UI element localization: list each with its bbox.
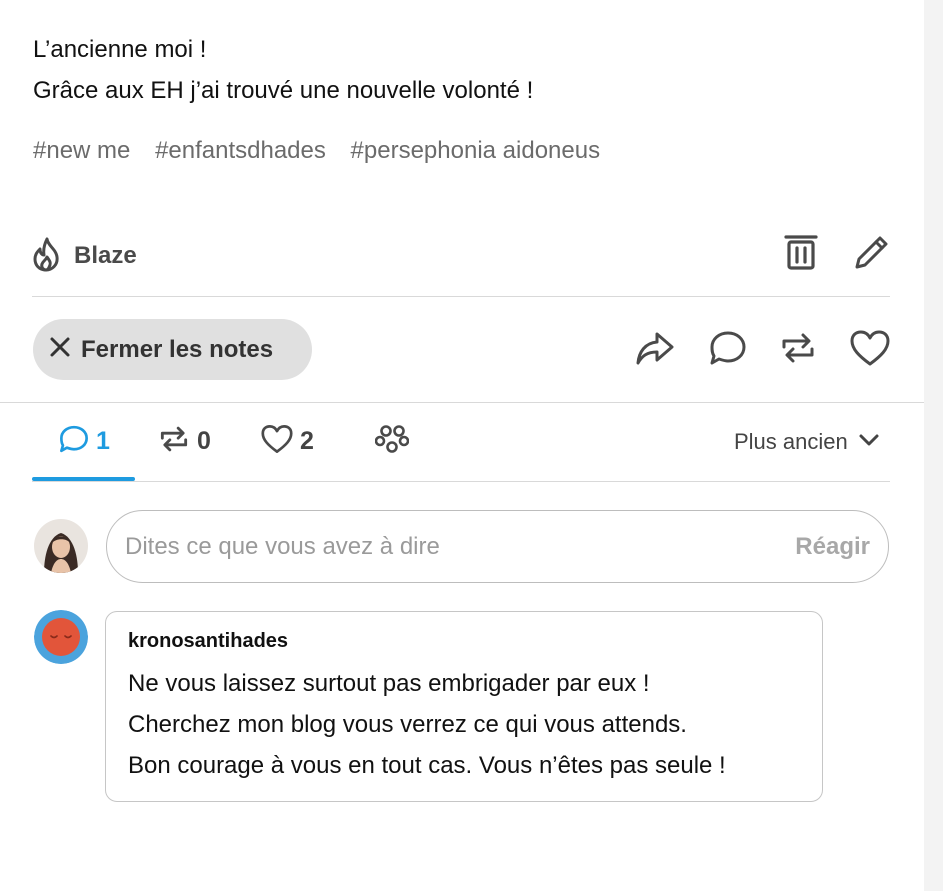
close-icon	[49, 336, 71, 363]
close-notes-button[interactable]: Fermer les notes	[33, 319, 312, 380]
note-username[interactable]: kronosantihades	[128, 630, 802, 653]
post-tags: #new me #enfantsdhades #persephonia aido…	[33, 137, 618, 165]
reblog-icon	[778, 330, 818, 371]
edit-button[interactable]	[852, 234, 892, 274]
sort-label: Plus ancien	[734, 429, 848, 454]
post-line: L’ancienne moi !	[33, 36, 207, 63]
sort-dropdown[interactable]: Plus ancien	[734, 424, 880, 460]
note-reply: kronosantihades Ne vous laissez surtout …	[105, 611, 823, 802]
reply-submit-button[interactable]: Réagir	[795, 533, 870, 561]
reply-field[interactable]: Dites ce que vous avez à dire Réagir	[106, 510, 889, 583]
tab-reblogs[interactable]: 0	[157, 420, 211, 462]
post-line: Grâce aux EH j’ai trouvé une nouvelle vo…	[33, 77, 534, 104]
comment-icon	[708, 329, 748, 372]
community-icon	[374, 424, 410, 459]
reblog-button[interactable]	[777, 330, 819, 370]
share-button[interactable]	[634, 330, 676, 370]
delete-button[interactable]	[783, 234, 819, 274]
note-line: Bon courage à vous en tout cas. Vous n’ê…	[128, 752, 726, 779]
replies-count: 1	[96, 426, 110, 455]
like-button[interactable]	[848, 330, 892, 370]
heart-icon	[849, 329, 891, 372]
note-line: Ne vous laissez surtout pas embrigader p…	[128, 670, 650, 697]
comment-icon	[58, 424, 90, 459]
share-icon	[635, 330, 675, 371]
heart-icon	[260, 424, 294, 459]
trash-icon	[784, 233, 818, 276]
tab-likes[interactable]: 2	[260, 420, 314, 462]
divider	[0, 402, 924, 403]
flame-icon	[30, 236, 64, 277]
pencil-icon	[853, 233, 891, 276]
tab-replies[interactable]: 1	[58, 420, 110, 462]
close-notes-label: Fermer les notes	[81, 335, 274, 363]
likes-count: 2	[300, 426, 314, 455]
divider	[32, 481, 890, 482]
reblogs-count: 0	[197, 426, 211, 455]
chevron-down-icon	[858, 433, 880, 452]
blaze-button[interactable]: Blaze	[30, 236, 137, 276]
post-body: L’ancienne moi ! Grâce aux EH j’ai trouv…	[33, 29, 533, 111]
tag-link[interactable]: #enfantsdhades	[155, 137, 326, 164]
tab-community[interactable]	[374, 420, 410, 462]
post-card: L’ancienne moi ! Grâce aux EH j’ai trouv…	[0, 0, 924, 891]
comment-button[interactable]	[707, 330, 749, 370]
note-line: Cherchez mon blog vous verrez ce qui vou…	[128, 711, 687, 738]
reblog-icon	[157, 424, 191, 459]
avatar[interactable]	[34, 610, 88, 664]
divider	[32, 296, 890, 297]
tag-link[interactable]: #persephonia aidoneus	[351, 137, 601, 164]
reply-placeholder: Dites ce que vous avez à dire	[125, 532, 440, 560]
avatar[interactable]	[34, 519, 88, 573]
tag-link[interactable]: #new me	[33, 137, 130, 164]
blaze-label: Blaze	[74, 242, 137, 269]
